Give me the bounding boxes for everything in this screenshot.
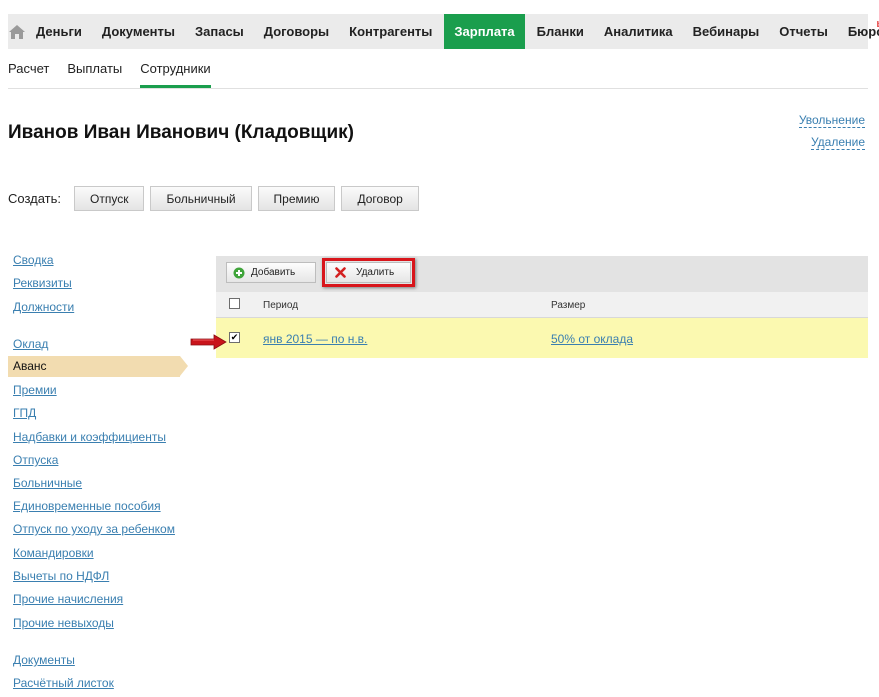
menu-tax-deductions[interactable]: Вычеты по НДФЛ: [13, 569, 109, 583]
create-bonus-button[interactable]: Премию: [257, 186, 336, 211]
create-row: Создать: Отпуск Больничный Премию Догово…: [8, 186, 425, 211]
menu-salary[interactable]: Оклад: [13, 337, 48, 351]
delete-icon: [335, 267, 346, 278]
menu-bonuses[interactable]: Премии: [13, 383, 57, 397]
menu-other-accruals[interactable]: Прочие начисления: [13, 592, 123, 606]
nav-bureau-label: Бюро: [847, 24, 879, 39]
home-button[interactable]: [8, 14, 26, 49]
menu-one-time-benefits[interactable]: Единовременные пособия: [13, 499, 161, 513]
menu-requisites[interactable]: Реквизиты: [13, 276, 72, 290]
home-icon: [9, 24, 25, 39]
menu-parental-leave[interactable]: Отпуск по уходу за ребенком: [13, 522, 175, 536]
nav-documents[interactable]: Документы: [92, 14, 185, 49]
add-icon: [233, 267, 245, 279]
nav-reports[interactable]: Отчеты: [769, 14, 838, 49]
delete-button[interactable]: Удалить: [326, 262, 411, 283]
menu-payslip[interactable]: Расчётный листок: [13, 676, 114, 690]
nav-webinars[interactable]: Вебинары: [683, 14, 770, 49]
nav-stock[interactable]: Запасы: [185, 14, 254, 49]
column-size: Размер: [551, 300, 586, 311]
subnav-calculation[interactable]: Расчет: [8, 60, 49, 88]
add-button[interactable]: Добавить: [226, 262, 316, 283]
menu-allowances[interactable]: Надбавки и коэффициенты: [13, 430, 166, 444]
table-header: Период Размер: [216, 292, 868, 318]
add-button-label: Добавить: [251, 267, 296, 278]
table-row[interactable]: ✔ янв 2015 — по н.в. 50% от оклада: [216, 318, 868, 358]
subnav-employees[interactable]: Сотрудники: [140, 60, 211, 88]
create-sick-leave-button[interactable]: Больничный: [150, 186, 252, 211]
table-toolbar: Добавить Удалить: [216, 256, 868, 292]
menu-gpd[interactable]: ГПД: [13, 406, 36, 420]
nav-forms[interactable]: Бланки: [527, 14, 594, 49]
page-title: Иванов Иван Иванович (Кладовщик): [8, 122, 354, 143]
create-vacation-button[interactable]: Отпуск: [74, 186, 145, 211]
row-size-link[interactable]: 50% от оклада: [551, 332, 633, 346]
top-navigation: Деньги Документы Запасы Договоры Контраг…: [8, 14, 879, 49]
nav-analytics[interactable]: Аналитика: [594, 14, 683, 49]
menu-vacations[interactable]: Отпуска: [13, 453, 58, 467]
sub-navigation: Расчет Выплаты Сотрудники: [8, 60, 868, 89]
menu-documents[interactable]: Документы: [13, 653, 75, 667]
column-period: Период: [263, 300, 299, 311]
row-checkbox[interactable]: ✔: [229, 332, 240, 343]
delete-button-label: Удалить: [356, 267, 395, 278]
menu-other-absences[interactable]: Прочие невыходы: [13, 616, 114, 630]
menu-advance[interactable]: Аванс: [8, 356, 188, 377]
delete-employee-link[interactable]: Удаление: [810, 135, 865, 150]
nav-salary[interactable]: Зарплата: [444, 14, 525, 49]
subnav-payments[interactable]: Выплаты: [67, 60, 122, 88]
row-period-link[interactable]: янв 2015 — по н.в.: [263, 332, 367, 346]
red-arrow-pointer-icon: [190, 334, 227, 350]
menu-positions[interactable]: Должности: [13, 300, 74, 314]
nav-bureau[interactable]: Бюро beta: [838, 14, 879, 49]
create-contract-button[interactable]: Договор: [341, 186, 419, 211]
select-all-checkbox[interactable]: [229, 298, 240, 309]
menu-business-trips[interactable]: Командировки: [13, 546, 94, 560]
create-label: Создать:: [8, 191, 62, 206]
nav-contracts[interactable]: Договоры: [254, 14, 339, 49]
advance-table-panel: Добавить Удалить Период Размер ✔ янв 201…: [216, 256, 868, 358]
menu-sick-leaves[interactable]: Больничные: [13, 476, 82, 490]
menu-summary[interactable]: Сводка: [13, 253, 54, 267]
dismiss-link[interactable]: Увольнение: [798, 113, 865, 128]
nav-contractors[interactable]: Контрагенты: [339, 14, 442, 49]
nav-money[interactable]: Деньги: [26, 14, 92, 49]
